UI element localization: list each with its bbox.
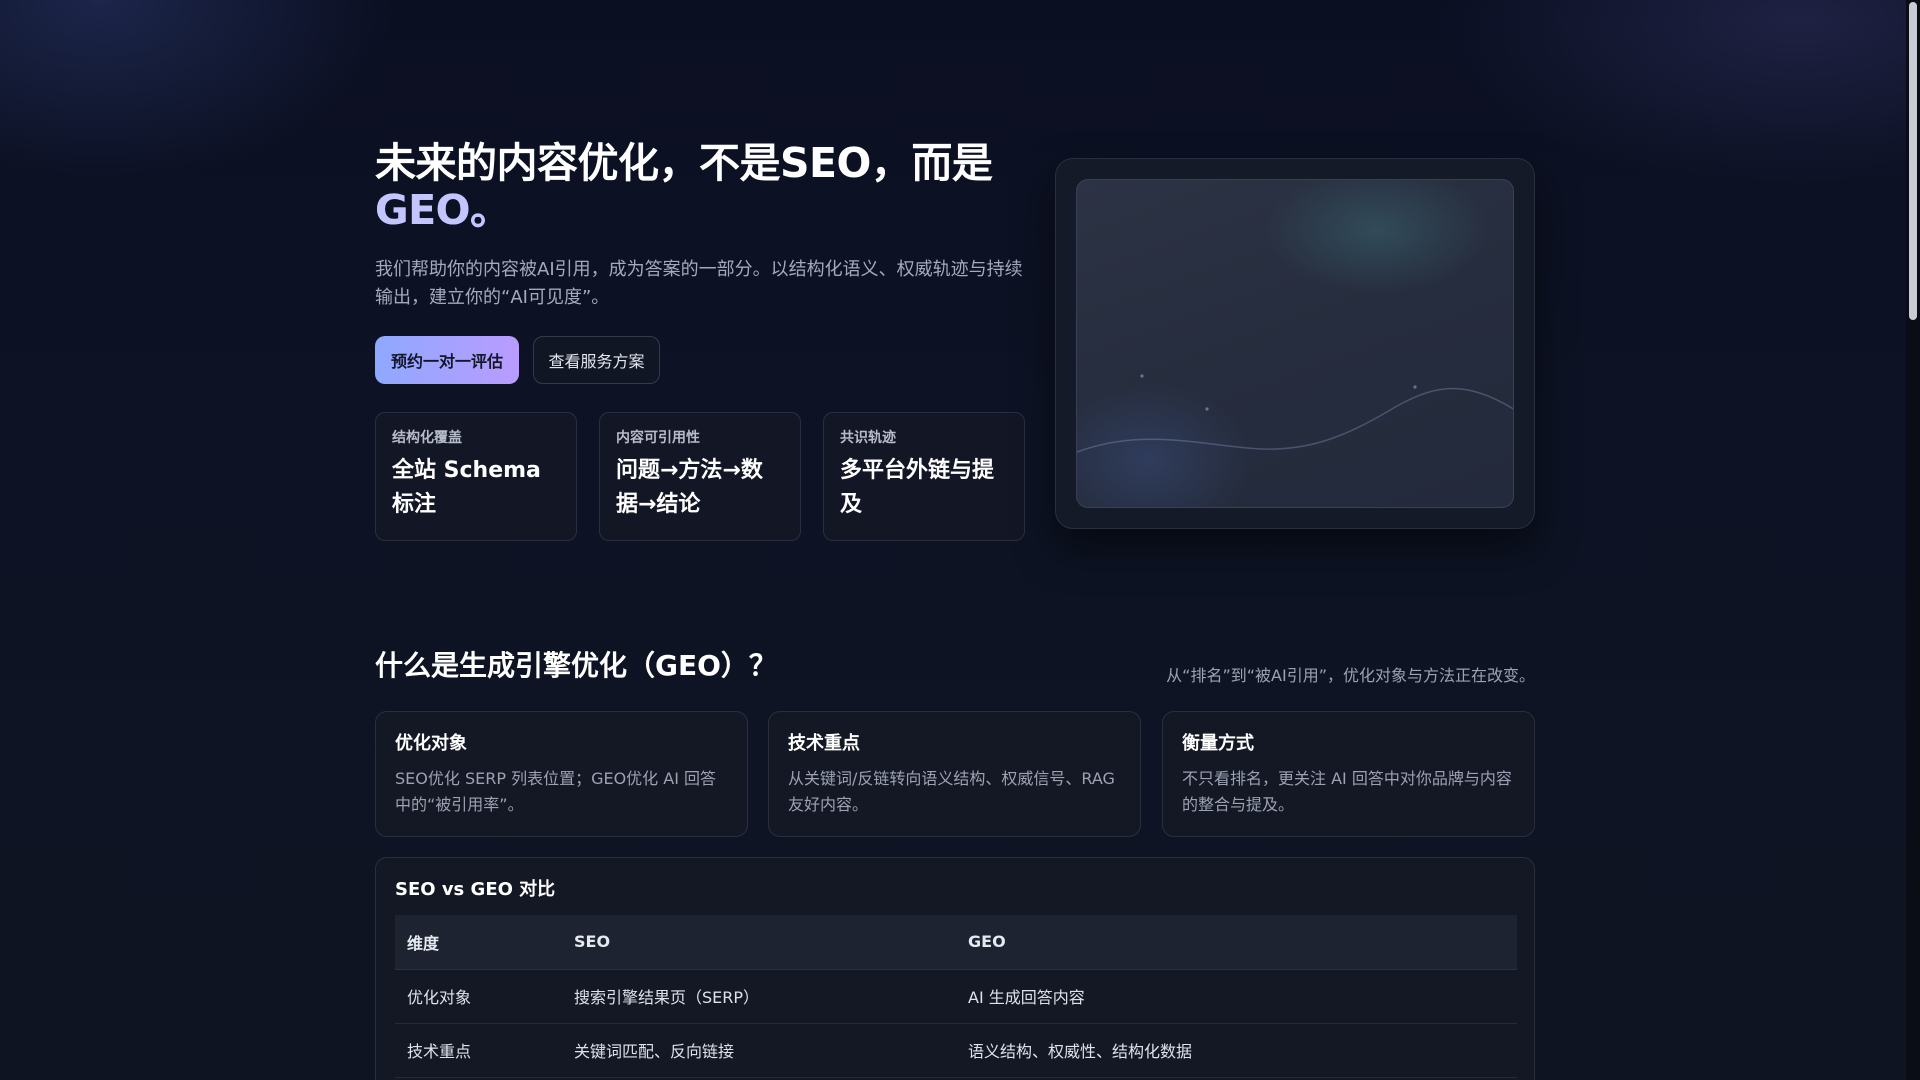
info-card-tech-focus: 技术重点 从关键词/反链转向语义结构、权威信号、RAG 友好内容。 [768,711,1141,837]
table-cell: 语义结构、权威性、结构化数据 [956,1023,1517,1078]
page-scrollbar[interactable] [1906,0,1920,1080]
stat-label: 结构化覆盖 [392,430,462,446]
header-seo: SEO [562,915,956,970]
info-card-measurement: 衡量方式 不只看排名，更关注 AI 回答中对你品牌与内容的整合与提及。 [1162,711,1535,837]
hero-title-main: 未来的内容优化，不是SEO，而是 [375,139,993,187]
table-cell: 优化对象 [395,969,562,1024]
comparison-title: SEO vs GEO 对比 [395,879,556,900]
stat-label: 内容可引用性 [616,430,700,446]
book-assessment-button[interactable]: 预约一对一评估 [375,336,519,384]
section-note: 从“排名”到“被AI引用”，优化对象与方法正在改变。 [1166,666,1535,685]
comparison-card: SEO vs GEO 对比 维度 SEO GEO 优化对象 搜索引擎结果页（SE… [375,857,1535,1080]
stat-value: 多平台外链与提及 [840,458,995,517]
stat-card-structured-coverage: 结构化覆盖 全站 Schema 标注 [375,412,577,541]
card-title: 优化对象 [395,733,467,754]
header-dimension: 维度 [395,915,562,970]
table-cell: 搜索引擎结果页（SERP） [562,969,956,1024]
card-desc: SEO优化 SERP 列表位置；GEO优化 AI 回答中的“被引用率”。 [395,769,717,814]
hero-visual-frame [1055,158,1535,529]
section-title: 什么是生成引擎优化（GEO）？ [375,649,777,682]
stat-value: 全站 Schema 标注 [392,458,541,517]
hero-title: 未来的内容优化，不是SEO，而是 GEO。 [375,140,1055,234]
header-geo: GEO [956,915,1517,970]
table-row: 技术重点 关键词匹配、反向链接 语义结构、权威性、结构化数据 [395,1023,1517,1078]
hero-title-accent: GEO。 [375,186,511,234]
card-title: 技术重点 [788,733,860,754]
hero-visual-panel [1076,179,1514,508]
stat-label: 共识轨迹 [840,430,896,446]
stat-card-citability: 内容可引用性 问题→方法→数据→结论 [599,412,801,541]
info-card-optimization-target: 优化对象 SEO优化 SERP 列表位置；GEO优化 AI 回答中的“被引用率”… [375,711,748,837]
table-cell: 技术重点 [395,1023,562,1078]
table-cell: AI 生成回答内容 [956,969,1517,1024]
card-desc: 不只看排名，更关注 AI 回答中对你品牌与内容的整合与提及。 [1182,769,1512,814]
card-desc: 从关键词/反链转向语义结构、权威信号、RAG 友好内容。 [788,769,1115,814]
table-cell: 关键词匹配、反向链接 [562,1023,956,1078]
stat-card-consensus-trail: 共识轨迹 多平台外链与提及 [823,412,1025,541]
card-title: 衡量方式 [1182,733,1254,754]
scrollbar-thumb[interactable] [1909,2,1917,320]
hero-subtitle: 我们帮助你的内容被AI引用，成为答案的一部分。以结构化语义、权威轨迹与持续输出，… [375,259,1023,308]
stat-value: 问题→方法→数据→结论 [616,458,763,517]
wave-decoration [1077,374,1513,453]
view-plans-button[interactable]: 查看服务方案 [533,336,660,384]
table-header-row: 维度 SEO GEO [395,915,1517,970]
comparison-table: 维度 SEO GEO 优化对象 搜索引擎结果页（SERP） AI 生成回答内容 … [395,915,1517,1078]
table-row: 优化对象 搜索引擎结果页（SERP） AI 生成回答内容 [395,969,1517,1024]
